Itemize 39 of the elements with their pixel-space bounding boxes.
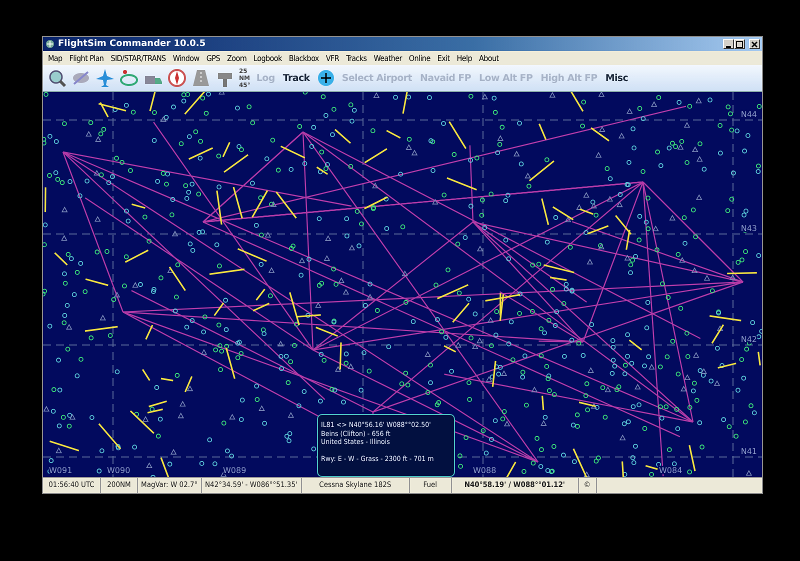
window-title: FlightSim Commander 10.0.5 <box>58 39 206 49</box>
menu-item[interactable]: Window <box>172 54 200 62</box>
search-icon[interactable] <box>47 68 67 88</box>
menu-item[interactable]: SID/STAR/TRANS <box>110 54 166 62</box>
longitude-label: W090 <box>107 466 130 475</box>
latitude-label: N41 <box>740 447 757 456</box>
menu-item[interactable]: Map <box>48 54 62 62</box>
runway-icon[interactable] <box>191 68 211 88</box>
menu-item[interactable]: Help <box>456 54 472 62</box>
latitude-label: N43 <box>740 224 757 233</box>
maximize-icon <box>736 40 743 48</box>
compass-icon[interactable] <box>167 68 187 88</box>
menu-item[interactable]: Zoom <box>226 54 247 62</box>
loop-icon[interactable] <box>119 68 139 88</box>
menu-item[interactable]: Tracks <box>346 54 367 62</box>
close-icon <box>751 40 758 48</box>
menu-item[interactable]: Weather <box>374 54 402 62</box>
globe-icon[interactable] <box>316 68 336 88</box>
menu-item[interactable]: VFR <box>326 54 340 62</box>
app-icon <box>45 39 55 49</box>
close-button[interactable] <box>749 39 760 49</box>
menu-item[interactable]: About <box>478 54 499 62</box>
toolbar-button[interactable]: Track <box>280 72 312 84</box>
menu-item[interactable]: Flight Plan <box>69 54 104 62</box>
longitude-label: W091 <box>49 466 72 475</box>
menu-item[interactable]: Logbook <box>254 54 282 62</box>
menu-item[interactable]: GPS <box>206 54 220 62</box>
menu-item[interactable]: Blackbox <box>288 54 319 62</box>
map-drawing[interactable] <box>43 92 762 477</box>
menu-item[interactable]: Exit <box>437 54 450 62</box>
airplane-icon[interactable] <box>95 68 115 88</box>
longitude-label: W089 <box>223 466 246 475</box>
maximize-button[interactable] <box>734 39 745 49</box>
latitude-label: N44 <box>740 110 757 119</box>
minimize-button[interactable] <box>723 39 734 49</box>
longitude-label: W088 <box>473 466 496 475</box>
latitude-label: N42 <box>740 335 757 344</box>
menu-item[interactable]: Online <box>408 54 430 62</box>
toolbar-button[interactable]: Misc <box>603 72 630 84</box>
